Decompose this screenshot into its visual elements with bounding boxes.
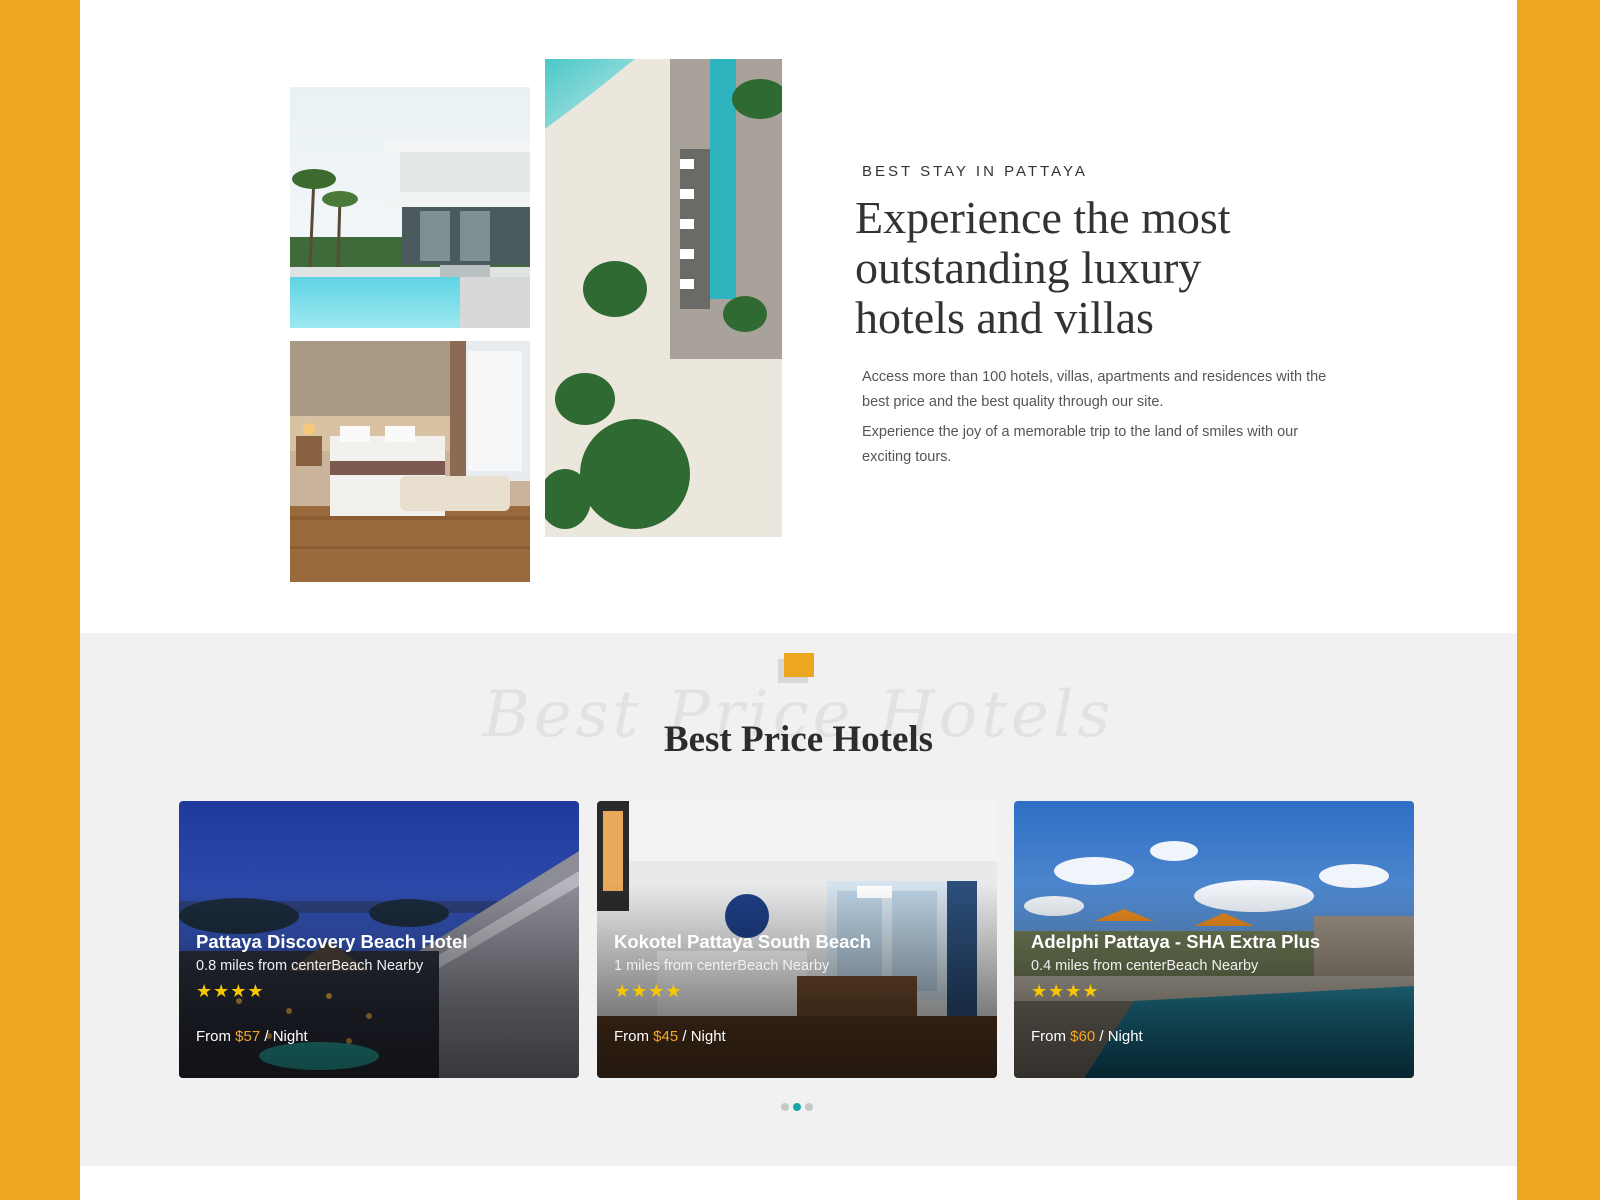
hotel-card[interactable]: Pattaya Discovery Beach Hotel 0.8 miles … [179,801,579,1078]
hotel-card[interactable]: Kokotel Pattaya South Beach 1 miles from… [597,801,997,1078]
price-per-label: / Night [264,1028,308,1045]
aerial-beach-photo [545,59,782,537]
price-from-label: From [196,1028,231,1045]
hotel-bedroom-photo [290,341,530,582]
hotel-distance: 0.8 miles from centerBeach Nearby [196,958,424,974]
hotel-distance: 0.4 miles from centerBeach Nearby [1031,958,1259,974]
hotel-price: From $60 / Night [1031,1028,1143,1045]
carousel-dot-2[interactable] [793,1103,801,1111]
hotel-price: From $57 / Night [196,1028,308,1045]
star-rating-icon: ★★★★ [196,981,265,1002]
best-price-hotels-section: Best Price Hotels Best Price Hotels Patt… [80,633,1517,1166]
price-per-label: / Night [682,1028,726,1045]
carousel-dot-1[interactable] [781,1103,789,1111]
price-amount: $60 [1070,1028,1096,1045]
page-frame: BEST STAY IN PATTAYA Experience the most… [80,0,1517,1200]
intro-eyebrow: BEST STAY IN PATTAYA [862,163,1088,180]
intro-section: BEST STAY IN PATTAYA Experience the most… [80,0,1517,633]
section-title: Best Price Hotels [663,719,934,760]
intro-paragraph-2: Experience the joy of a memorable trip t… [862,424,1299,465]
hotel-name[interactable]: Kokotel Pattaya South Beach [614,931,871,953]
carousel-dot-3[interactable] [805,1103,813,1111]
price-amount: $45 [653,1028,679,1045]
carousel-pagination [781,1103,813,1111]
price-from-label: From [1031,1028,1066,1045]
villa-pool-photo [290,87,530,328]
hotel-distance: 1 miles from centerBeach Nearby [614,958,830,974]
star-rating-icon: ★★★★ [614,981,683,1002]
hotel-card[interactable]: Adelphi Pattaya - SHA Extra Plus 0.4 mil… [1014,801,1414,1078]
price-from-label: From [614,1028,649,1045]
hotel-name[interactable]: Adelphi Pattaya - SHA Extra Plus [1031,931,1320,953]
star-rating-icon: ★★★★ [1031,981,1100,1002]
hotel-name[interactable]: Pattaya Discovery Beach Hotel [196,931,467,953]
price-amount: $57 [235,1028,261,1045]
hotel-price: From $45 / Night [614,1028,726,1045]
intro-paragraph-1: Access more than 100 hotels, villas, apa… [862,369,1327,410]
price-per-label: / Night [1099,1028,1143,1045]
intro-headline: Experience the most outstanding luxury h… [855,192,1231,343]
